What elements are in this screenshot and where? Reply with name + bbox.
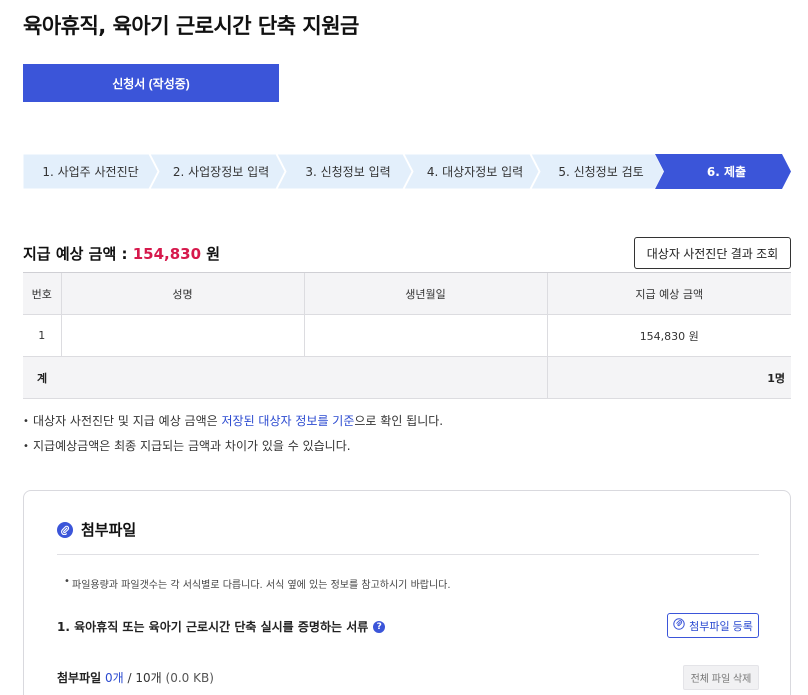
page-title: 육아휴직, 육아기 근로시간 단축 지원금	[23, 14, 359, 38]
header-name: 성명	[60, 272, 304, 315]
step-prechecking[interactable]: 1. 사업주 사전진단	[23, 154, 158, 189]
notice-list: 대상자 사전진단 및 지급 예상 금액은 저장된 대상자 정보를 기준으로 확인…	[23, 414, 443, 464]
step-submit[interactable]: 6. 제출	[655, 154, 791, 189]
delete-all-files-button[interactable]: 전체 파일 삭제	[683, 665, 759, 690]
cell-number: 1	[23, 314, 61, 357]
file-total-size: (0.0 KB)	[165, 671, 214, 685]
progress-steps: 1. 사업주 사전진단 2. 사업장정보 입력 3. 신청정보 입력 4. 대상…	[23, 154, 791, 189]
file-count-summary: 첨부파일 0개 / 10개 (0.0 KB)	[57, 671, 214, 685]
required-document-label: 1. 육아휴직 또는 육아기 근로시간 단축 실시를 증명하는 서류 ?	[57, 618, 386, 635]
table-total-row: 계 1명	[23, 356, 791, 399]
table-header-row: 번호 성명 생년월일 지급 예상 금액	[23, 272, 791, 315]
header-expected-amount: 지급 예상 금액	[546, 272, 791, 315]
attachment-panel: 첨부파일 파일용량과 파일갯수는 각 서식별로 다릅니다. 서식 옆에 있는 정…	[23, 490, 791, 695]
expected-amount-unit: 원	[206, 245, 221, 263]
attachment-divider	[57, 554, 759, 555]
file-count-current: 0개	[105, 671, 124, 685]
expected-amount-table: 번호 성명 생년월일 지급 예상 금액 1 154,830 원 계 1명	[23, 272, 791, 399]
cell-expected-amount: 154,830 원	[546, 314, 791, 357]
application-status-button[interactable]: 신청서 (작성중)	[23, 64, 279, 102]
paperclip-icon	[673, 618, 685, 633]
notice-highlight: 저장된 대상자 정보를 기준	[221, 414, 355, 428]
notice-item: 지급예상금액은 최종 지급되는 금액과 차이가 있을 수 있습니다.	[23, 439, 443, 454]
paperclip-icon	[57, 521, 73, 538]
step-workplace-info[interactable]: 2. 사업장정보 입력	[150, 154, 285, 189]
step-review[interactable]: 5. 신청정보 검토	[531, 154, 664, 189]
header-number: 번호	[23, 272, 61, 315]
register-attachment-button[interactable]: 첨부파일 등록	[667, 613, 759, 638]
help-icon[interactable]: ?	[373, 620, 386, 633]
table-row: 1 154,830 원	[23, 314, 791, 357]
step-application-info[interactable]: 3. 신청정보 입력	[277, 154, 412, 189]
expected-amount-value: 154,830	[132, 245, 202, 263]
precheck-result-lookup-button[interactable]: 대상자 사전진단 결과 조회	[634, 237, 791, 269]
cell-name	[60, 314, 304, 357]
total-count: 1명	[546, 356, 791, 399]
attachment-title: 첨부파일	[57, 519, 136, 540]
expected-amount-label: 지급 예상 금액 :	[23, 245, 128, 263]
expected-amount-summary: 지급 예상 금액 : 154,830 원	[23, 243, 220, 264]
notice-item: 대상자 사전진단 및 지급 예상 금액은 저장된 대상자 정보를 기준으로 확인…	[23, 414, 443, 429]
header-birthdate: 생년월일	[303, 272, 547, 315]
attachment-note: 파일용량과 파일갯수는 각 서식별로 다릅니다. 서식 옆에 있는 정보를 참고…	[64, 576, 451, 591]
cell-birthdate	[303, 314, 547, 357]
step-subject-info[interactable]: 4. 대상자정보 입력	[404, 154, 539, 189]
total-label: 계	[23, 356, 547, 399]
file-count-max: 10개	[135, 671, 162, 685]
